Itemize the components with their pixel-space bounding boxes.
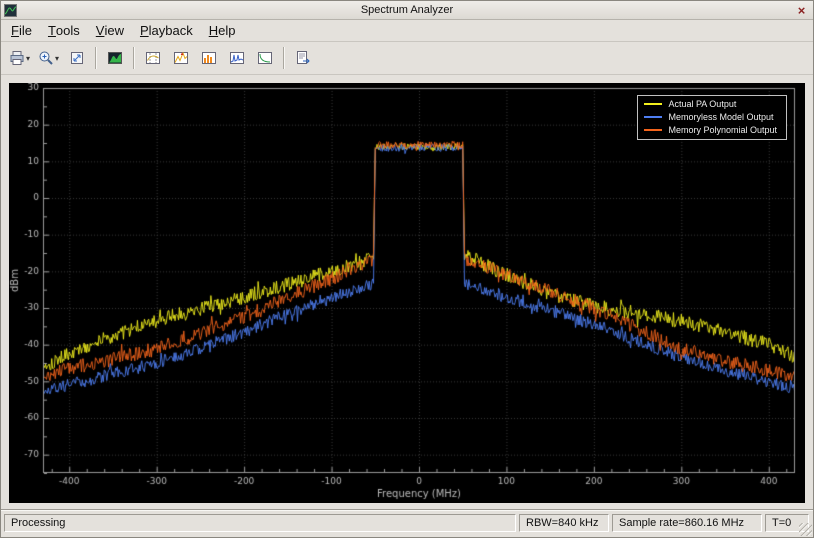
menu-bar: File Tools View Playback Help	[1, 20, 813, 42]
export-button[interactable]	[290, 45, 316, 71]
legend-label: Memory Polynomial Output	[668, 125, 777, 135]
zoom-in-icon	[38, 50, 54, 66]
distortion-measurements-button[interactable]	[224, 45, 250, 71]
toolbar-separator	[283, 47, 285, 69]
printer-icon	[9, 50, 25, 66]
legend-line-swatch	[644, 129, 662, 131]
scale-axes-button[interactable]	[64, 45, 90, 71]
toolbar-separator	[95, 47, 97, 69]
legend-line-swatch	[644, 116, 662, 118]
legend-line-swatch	[644, 103, 662, 105]
status-rbw: RBW=840 kHz	[519, 514, 609, 532]
menu-help[interactable]: Help	[201, 20, 244, 41]
resize-grip[interactable]	[799, 523, 812, 536]
spectrum-plot[interactable]	[9, 83, 805, 503]
legend[interactable]: Actual PA Output Memoryless Model Output…	[637, 95, 787, 140]
spectrum-settings-button[interactable]	[102, 45, 128, 71]
scale-axes-icon	[69, 50, 85, 66]
channel-measurements-button[interactable]	[196, 45, 222, 71]
print-button[interactable]: ▾	[6, 45, 33, 71]
distortion-measurements-icon	[229, 50, 245, 66]
menu-tools[interactable]: Tools	[40, 20, 88, 41]
spectrum-settings-icon	[107, 50, 123, 66]
export-icon	[295, 50, 311, 66]
peak-finder-button[interactable]	[168, 45, 194, 71]
status-state: Processing	[4, 514, 516, 532]
ccdf-icon	[257, 50, 273, 66]
title-bar[interactable]: Spectrum Analyzer ×	[1, 1, 813, 20]
legend-label: Memoryless Model Output	[668, 112, 773, 122]
status-bar: Processing RBW=840 kHz Sample rate=860.1…	[1, 510, 813, 537]
spectrum-analyzer-window: Spectrum Analyzer × File Tools View Play…	[0, 0, 814, 538]
status-sample-rate: Sample rate=860.16 MHz	[612, 514, 762, 532]
window-title: Spectrum Analyzer	[1, 4, 813, 16]
legend-item-memory-polynomial-output: Memory Polynomial Output	[644, 125, 777, 135]
cursor-measurements-icon	[145, 50, 161, 66]
toolbar-separator	[133, 47, 135, 69]
spectrum-display: Actual PA Output Memoryless Model Output…	[9, 83, 805, 503]
menu-file[interactable]: File	[3, 20, 40, 41]
legend-label: Actual PA Output	[668, 99, 736, 109]
toolbar: ▾ ▾	[1, 42, 813, 75]
ccdf-measurements-button[interactable]	[252, 45, 278, 71]
cursor-measurements-button[interactable]	[140, 45, 166, 71]
zoom-button[interactable]: ▾	[35, 45, 62, 71]
print-dropdown-icon[interactable]: ▾	[26, 54, 30, 63]
close-button[interactable]: ×	[793, 3, 810, 18]
menu-playback[interactable]: Playback	[132, 20, 201, 41]
menu-view[interactable]: View	[88, 20, 132, 41]
zoom-dropdown-icon[interactable]: ▾	[55, 54, 59, 63]
legend-item-actual-pa-output: Actual PA Output	[644, 99, 777, 109]
channel-measurements-icon	[201, 50, 217, 66]
legend-item-memoryless-model-output: Memoryless Model Output	[644, 112, 777, 122]
peak-finder-icon	[173, 50, 189, 66]
